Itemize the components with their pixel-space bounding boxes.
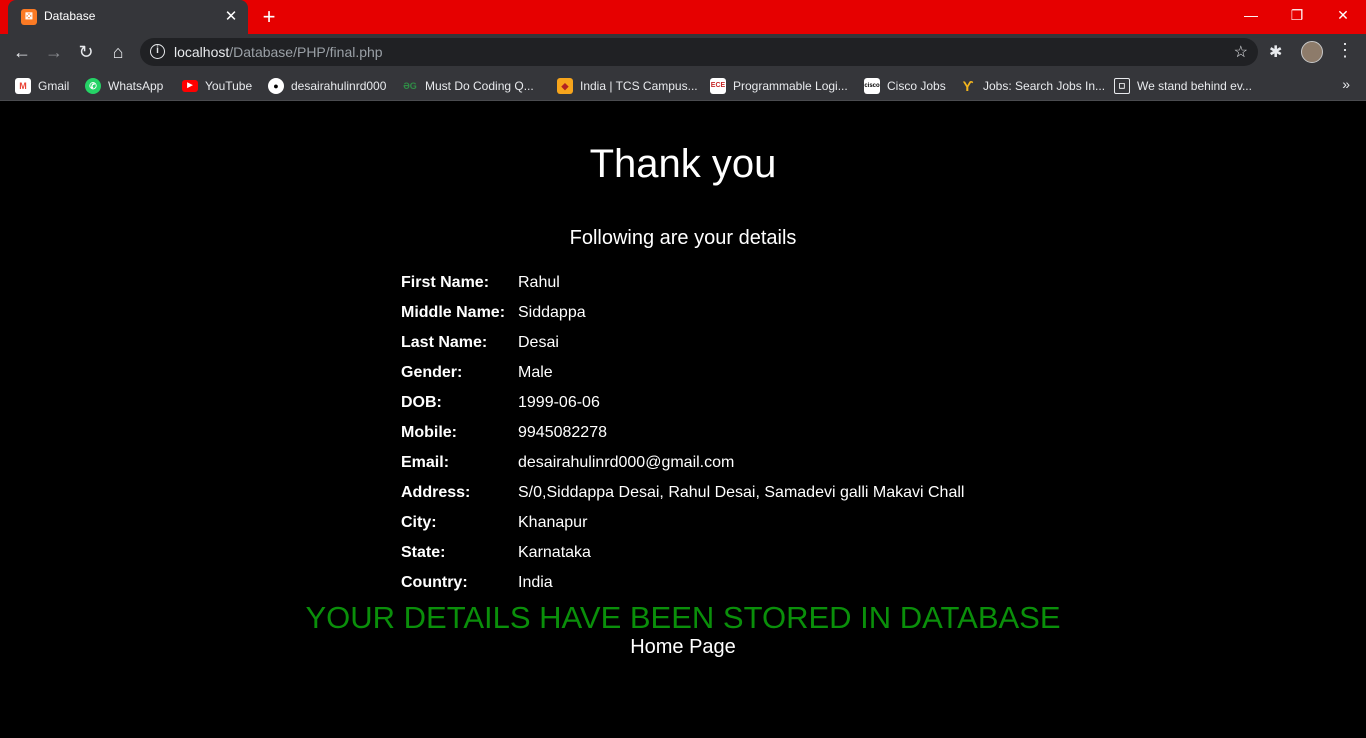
detail-value: S/0,Siddappa Desai, Rahul Desai, Samadev…: [518, 484, 965, 501]
detail-label: State:: [401, 544, 446, 561]
bookmark-star-icon[interactable]: ☆: [1234, 42, 1248, 62]
bookmarks-bar: M Gmail ✆ WhatsApp ▶ YouTube ● desairahulinr…: [0, 70, 1366, 101]
browser-toolbar: ← → ↻ ⌂ i localhost/Database/PHP/final.p…: [0, 34, 1366, 70]
more-bookmarks-icon[interactable]: »: [1342, 76, 1350, 92]
page-subtitle: Following are your details: [569, 227, 797, 249]
address-bar[interactable]: i localhost/Database/PHP/final.php ☆: [140, 38, 1258, 66]
bookmark-geeksforgeeks[interactable]: ƏG Must Do Coding Q...: [402, 77, 534, 95]
back-icon[interactable]: ←: [9, 39, 35, 65]
cisco-icon: cisco: [864, 78, 880, 94]
gmail-icon: M: [15, 78, 31, 94]
bookmark-cisco-jobs[interactable]: cisco Cisco Jobs: [864, 77, 946, 95]
detail-value: 9945082278: [518, 424, 607, 441]
menu-icon[interactable]: ⋮: [1336, 40, 1354, 61]
detail-row-email: Email: desairahulinrd000@gmail.com: [401, 454, 964, 484]
forward-icon[interactable]: →: [41, 39, 67, 65]
geeksforgeeks-icon: ƏG: [403, 81, 417, 91]
page-content: Thank you Following are your details Fir…: [0, 102, 1366, 738]
detail-row-first-name: First Name: Rahul: [401, 274, 964, 304]
xampp-icon: ⊠: [21, 9, 37, 25]
detail-value: Desai: [518, 334, 559, 351]
detail-label: City:: [401, 514, 437, 531]
detail-row-dob: DOB: 1999-06-06: [401, 394, 964, 424]
detail-row-city: City: Khanapur: [401, 514, 964, 544]
detail-label: DOB:: [401, 394, 442, 411]
site-info-icon[interactable]: i: [150, 44, 165, 59]
detail-row-last-name: Last Name: Desai: [401, 334, 964, 364]
minimize-icon[interactable]: —: [1228, 0, 1274, 30]
detail-label: First Name:: [401, 274, 490, 291]
detail-label: Middle Name:: [401, 304, 506, 321]
title-bar: ⊠ Database ✕ + — ❐ ✕: [0, 0, 1366, 34]
page-title: Thank you: [589, 142, 777, 186]
tcs-icon: ◆: [557, 78, 573, 94]
page-icon: ◻: [1114, 78, 1130, 94]
detail-label: Last Name:: [401, 334, 488, 351]
detail-label: Email:: [401, 454, 450, 471]
bookmark-youtube[interactable]: ▶ YouTube: [182, 77, 252, 95]
profile-avatar[interactable]: [1301, 41, 1323, 63]
detail-label: Mobile:: [401, 424, 457, 441]
detail-label: Address:: [401, 484, 471, 501]
jobs-icon: ϒ: [962, 78, 974, 94]
close-tab-icon[interactable]: ✕: [222, 8, 240, 26]
detail-value: desairahulinrd000@gmail.com: [518, 454, 735, 471]
bookmark-we-stand[interactable]: ◻ We stand behind ev...: [1114, 77, 1252, 95]
detail-row-state: State: Karnataka: [401, 544, 964, 574]
github-icon: ●: [268, 78, 284, 94]
browser-tab[interactable]: ⊠ Database ✕: [8, 0, 248, 34]
bookmark-whatsapp[interactable]: ✆ WhatsApp: [85, 77, 163, 95]
close-window-icon[interactable]: ✕: [1320, 0, 1366, 30]
detail-value: Siddappa: [518, 304, 586, 321]
url-text[interactable]: localhost/Database/PHP/final.php: [174, 44, 383, 60]
extensions-icon[interactable]: ✱: [1269, 42, 1282, 62]
tab-title: Database: [44, 9, 96, 23]
whatsapp-icon: ✆: [85, 78, 101, 94]
detail-value: Karnataka: [518, 544, 591, 561]
detail-value: Khanapur: [518, 514, 588, 531]
home-page-link[interactable]: Home Page: [0, 636, 1366, 659]
youtube-icon: ▶: [182, 80, 198, 92]
bookmark-jobs-search[interactable]: ϒ Jobs: Search Jobs In...: [960, 77, 1105, 95]
detail-value: 1999-06-06: [518, 394, 600, 411]
detail-label: Gender:: [401, 364, 463, 381]
detail-row-mobile: Mobile: 9945082278: [401, 424, 964, 454]
bookmark-gmail[interactable]: M Gmail: [15, 77, 69, 95]
detail-value: Rahul: [518, 274, 560, 291]
detail-row-middle-name: Middle Name: Siddappa: [401, 304, 964, 334]
reload-icon[interactable]: ↻: [73, 39, 99, 65]
bookmark-programmable-logic[interactable]: ECE Programmable Logi...: [710, 77, 848, 95]
stored-message: YOUR DETAILS HAVE BEEN STORED IN DATABAS…: [305, 600, 1061, 635]
home-icon[interactable]: ⌂: [105, 39, 131, 65]
detail-row-gender: Gender: Male: [401, 364, 964, 394]
restore-icon[interactable]: ❐: [1274, 0, 1320, 30]
detail-row-address: Address: S/0,Siddappa Desai, Rahul Desai,…: [401, 484, 964, 514]
ece-icon: ECE: [710, 78, 726, 94]
bookmark-tcs[interactable]: ◆ India | TCS Campus...: [557, 77, 698, 95]
details-table: First Name: Rahul Middle Name: Siddappa La…: [401, 274, 964, 604]
detail-value: Male: [518, 364, 553, 381]
bookmark-github[interactable]: ● desairahulinrd000: [268, 77, 386, 95]
new-tab-button[interactable]: +: [258, 6, 280, 28]
